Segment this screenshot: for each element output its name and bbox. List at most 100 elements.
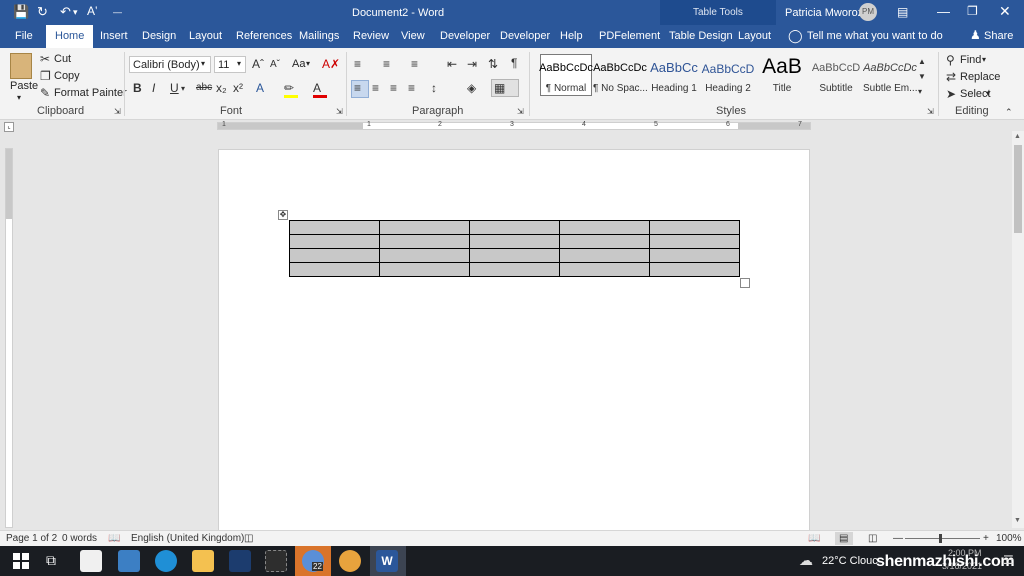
document-page[interactable] [218,149,810,539]
find-dropdown-icon[interactable]: ▾ [982,55,986,64]
table-cell[interactable] [649,262,740,277]
word-icon[interactable]: W [376,550,398,572]
tab-review[interactable]: Review [353,30,389,42]
style-title[interactable]: AaB Title [755,54,809,96]
styles-scroll-down-icon[interactable]: ▼ [918,70,926,84]
tab-layout[interactable]: Layout [189,30,222,42]
zoom-out-icon[interactable]: — [893,533,903,544]
show-formatting-icon[interactable]: ¶ [511,56,517,70]
print-layout-icon[interactable]: ▤ [839,533,848,544]
align-left-icon[interactable]: ≡ [354,81,361,95]
tab-table-design[interactable]: Table Design [669,30,733,42]
font-size-box[interactable]: 11 ▾ [214,56,246,73]
windows-start-icon[interactable] [13,553,29,569]
font-size-dropdown-icon[interactable]: ▾ [237,59,241,68]
vertical-scrollbar[interactable]: ▲ ▼ [1012,131,1024,528]
table-cell[interactable] [379,248,470,263]
edge-icon[interactable] [155,550,177,572]
share-button[interactable]: Share [984,30,1013,42]
horizontal-ruler[interactable]: 1 1 2 3 4 5 6 7 [217,121,811,130]
style-subtle-emphasis[interactable]: AaBbCcDc Subtle Em... [863,54,917,96]
underline-icon[interactable]: U [170,81,179,95]
table-cell[interactable] [469,262,560,277]
shrink-font-icon[interactable]: Aˇ [270,58,280,72]
table-cell[interactable] [649,234,740,249]
restore-icon[interactable]: ❐ [967,4,978,18]
document-table[interactable] [289,220,740,277]
undo-icon[interactable]: ↶ [60,4,71,20]
strikethrough-icon[interactable]: abc [196,81,212,95]
table-cell[interactable] [559,262,650,277]
user-name[interactable]: Patricia Mworozi [785,7,866,19]
language[interactable]: English (United Kingdom) [131,533,244,544]
bold-icon[interactable]: B [133,81,142,95]
table-cell[interactable] [289,248,380,263]
close-icon[interactable]: ✕ [999,3,1011,20]
align-right-icon[interactable]: ≡ [390,81,397,95]
table-cell[interactable] [469,234,560,249]
tab-developer-2[interactable]: Developer [500,30,550,42]
font-color-icon[interactable]: A [313,81,321,95]
tab-file[interactable]: File [15,30,33,42]
tab-table-layout[interactable]: Layout [738,30,771,42]
paste-dropdown-icon[interactable]: ▾ [17,93,21,102]
snip-icon[interactable] [265,550,287,572]
table-cell[interactable] [379,262,470,277]
style-heading-1[interactable]: AaBbCc Heading 1 [647,54,701,96]
app-icon[interactable] [229,550,251,572]
chrome-icon[interactable] [339,550,361,572]
justify-icon[interactable]: ≡ [408,81,415,95]
customize-qat-icon[interactable]: ― [113,7,122,17]
tab-pdfelement[interactable]: PDFelement [599,30,660,42]
font-launcher-icon[interactable]: ⇲ [336,105,343,119]
clipboard-launcher-icon[interactable]: ⇲ [114,105,121,119]
zoom-slider-thumb[interactable] [939,534,942,543]
table-move-handle-icon[interactable]: ✥ [278,210,288,220]
font-name-dropdown-icon[interactable]: ▾ [201,59,205,68]
tab-mailings[interactable]: Mailings [299,30,339,42]
save-icon[interactable]: 💾 [13,4,29,20]
mail-icon[interactable] [118,550,140,572]
select-dropdown-icon[interactable]: ▾ [986,89,990,98]
weather-text[interactable]: 22°C Clouc [822,555,878,567]
bullets-icon[interactable]: ≡ [354,57,361,71]
multilevel-list-icon[interactable]: ≡ [411,57,418,71]
line-spacing-icon[interactable]: ↕ [431,81,437,95]
paragraph-launcher-icon[interactable]: ⇲ [517,105,524,119]
table-cell[interactable] [289,234,380,249]
style-normal[interactable]: AaBbCcDc ¶ Normal [539,54,593,96]
styles-launcher-icon[interactable]: ⇲ [927,105,934,119]
autosave-icon[interactable]: ↻ [37,4,48,20]
task-view-icon[interactable]: ⧉ [46,552,56,569]
tab-help[interactable]: Help [560,30,583,42]
table-cell[interactable] [649,248,740,263]
page-count[interactable]: Page 1 of 2 [6,533,57,544]
subscript-icon[interactable]: x₂ [216,81,227,95]
cut-button[interactable]: Cut [54,53,71,65]
web-layout-icon[interactable]: ◫ [868,533,877,544]
decrease-indent-icon[interactable]: ⇤ [447,57,457,71]
read-mode-icon[interactable]: 📖 [808,533,820,544]
table-cell[interactable] [469,248,560,263]
styles-scroll-up-icon[interactable]: ▲ [918,55,926,69]
underline-dropdown-icon[interactable]: ▾ [181,82,185,96]
zoom-in-icon[interactable]: + [983,533,989,544]
numbering-icon[interactable]: ≡ [383,57,390,71]
table-cell[interactable] [559,234,650,249]
grow-font-icon[interactable]: Aˆ [252,57,264,71]
file-explorer-icon[interactable] [192,550,214,572]
change-case-button[interactable]: Aa [292,58,305,70]
text-effects-icon[interactable]: A [256,81,264,95]
scroll-down-icon[interactable]: ▼ [1014,517,1021,524]
tell-me-search[interactable]: Tell me what you want to do [807,30,943,42]
table-resize-handle[interactable] [740,278,750,288]
style-subtitle[interactable]: AaBbCcD Subtitle [809,54,863,96]
align-center-icon[interactable]: ≡ [372,81,379,95]
table-cell[interactable] [289,220,380,235]
tab-design[interactable]: Design [142,30,176,42]
font-name-box[interactable]: Calibri (Body) ▾ [129,56,211,73]
increase-indent-icon[interactable]: ⇥ [467,57,477,71]
styles-more-icon[interactable]: ▾ [918,85,922,99]
tab-selector-icon[interactable]: ⌞ [4,122,14,132]
style-no-spacing[interactable]: AaBbCcDc ¶ No Spac... [593,54,647,96]
